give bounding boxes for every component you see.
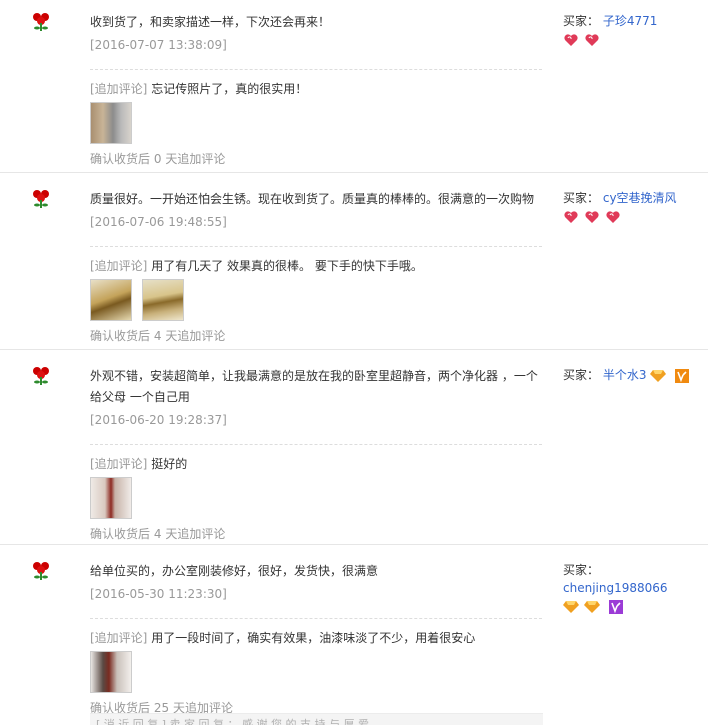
append-text: 挺好的 <box>151 457 188 471</box>
heart-icon <box>564 211 578 223</box>
append-tag: [追加评论] <box>90 631 148 645</box>
divider <box>90 444 542 445</box>
vip-icon <box>675 369 690 383</box>
buyer-label: 买家： <box>563 191 600 205</box>
buyer-label: 买家： <box>563 563 600 577</box>
diamond-icon <box>583 601 600 613</box>
append-after-receipt: 确认收货后 4 天追加评论 <box>90 329 226 343</box>
append-comment: [追加评论] 用了一段时间了，确实有效果，油漆味淡了不少，用着很安心 <box>90 629 545 647</box>
append-text: 用了有几天了 效果真的很棒。 要下手的快下手哦。 <box>151 259 423 273</box>
buyer-info: 买家： chenjing1988066 <box>563 561 698 616</box>
photo-thumbnail[interactable] <box>90 102 132 144</box>
thumbnail-list <box>90 477 545 521</box>
photo-thumbnail[interactable] <box>141 279 184 321</box>
buyer-name[interactable]: chenjing1988066 <box>563 581 668 595</box>
vip-icon <box>608 600 623 614</box>
rose-icon <box>33 13 49 31</box>
review-content: 给单位买的，办公室刚装修好，很好，发货快，很满意 <box>90 564 379 578</box>
append-text: 忘记传照片了，真的很实用！ <box>151 82 308 96</box>
diamond-icon <box>563 601 579 613</box>
heart-icon <box>606 211 620 223</box>
append-tag: [追加评论] <box>90 259 148 273</box>
photo-thumbnail[interactable] <box>90 477 132 519</box>
buyer-name[interactable]: 半个水3 <box>603 368 647 382</box>
append-after-receipt: 确认收货后 4 天追加评论 <box>90 527 226 541</box>
review-date: [2016-05-30 11:23:30] <box>90 587 227 601</box>
buyer-label: 买家： <box>563 368 600 382</box>
photo-thumbnail[interactable] <box>90 651 132 693</box>
divider <box>90 69 542 70</box>
heart-icon <box>585 34 599 46</box>
rose-icon <box>33 562 49 580</box>
photo-thumbnail[interactable] <box>90 279 132 321</box>
diamond-icon <box>650 370 667 382</box>
heart-icon <box>585 211 599 223</box>
review-item: 外观不错，安装超简单，让我最满意的是放在我的卧室里超静音，两个净化器 ，一个给父… <box>0 350 708 545</box>
thumbnail-list <box>90 651 545 695</box>
append-text: 用了一段时间了，确实有效果，油漆味淡了不少，用着很安心 <box>151 631 476 645</box>
review-item: 质量很好。一开始还怕会生锈。现在收到货了。质量真的棒棒的。很满意的一次购物 [2… <box>0 173 708 350</box>
review-date: [2016-07-06 19:48:55] <box>90 215 227 229</box>
buyer-name[interactable]: 子珍4771 <box>603 14 658 28</box>
append-comment: [追加评论] 忘记传照片了，真的很实用！ <box>90 80 545 98</box>
buyer-name[interactable]: cy空巷挽清风 <box>603 191 677 205</box>
review-content: 质量很好。一开始还怕会生锈。现在收到货了。质量真的棒棒的。很满意的一次购物 <box>90 192 535 206</box>
buyer-info: 买家： 半个水3 <box>563 366 698 385</box>
review-date: [2016-06-20 19:28:37] <box>90 413 227 427</box>
review-content: 收到货了，和卖家描述一样，下次还会再来！ <box>90 15 331 29</box>
append-comment: [追加评论] 用了有几天了 效果真的很棒。 要下手的快下手哦。 <box>90 257 545 275</box>
divider <box>90 618 542 619</box>
append-tag: [追加评论] <box>90 457 148 471</box>
heart-icon <box>564 34 578 46</box>
rose-icon <box>33 190 49 208</box>
append-after-receipt: 确认收货后 0 天追加评论 <box>90 152 226 166</box>
review-content: 外观不错，安装超简单，让我最满意的是放在我的卧室里超静音，两个净化器 ，一个给父… <box>90 369 538 404</box>
buyer-info: 买家： cy空巷挽清风 <box>563 189 698 226</box>
buyer-info: 买家： 子珍4771 <box>563 12 698 49</box>
rose-icon <box>33 367 49 385</box>
append-tag: [追加评论] <box>90 82 148 96</box>
divider <box>90 246 542 247</box>
buyer-label: 买家： <box>563 14 600 28</box>
append-comment: [追加评论] 挺好的 <box>90 455 545 473</box>
review-date: [2016-07-07 13:38:09] <box>90 38 227 52</box>
seller-reply-partial: [ 消 近 回 复 ] 卖 家 回 复 ： 感 谢 您 的 支 持 与 厚 爱 … <box>90 713 543 725</box>
review-item: 收到货了，和卖家描述一样，下次还会再来！ [2016-07-07 13:38:0… <box>0 0 708 173</box>
thumbnail-list <box>90 102 545 146</box>
review-item: 给单位买的，办公室刚装修好，很好，发货快，很满意 [2016-05-30 11:… <box>0 545 708 725</box>
thumbnail-list <box>90 279 545 323</box>
